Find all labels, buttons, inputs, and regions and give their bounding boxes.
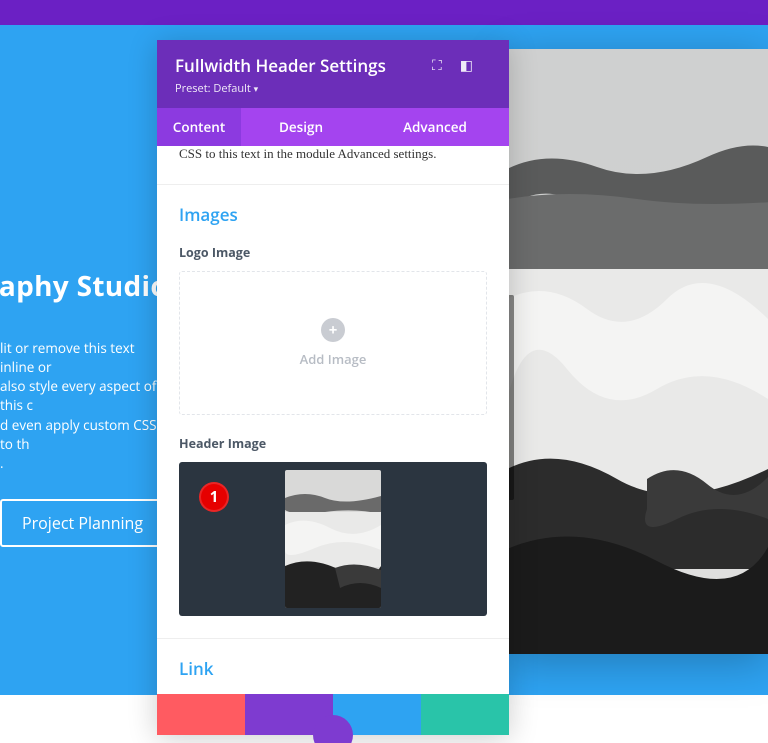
expand-icon[interactable] [432,56,442,75]
modal-header[interactable]: Fullwidth Header Settings Preset: Defaul… [157,40,509,108]
add-image-text: Add Image [300,350,367,368]
header-image-label: Header Image [179,435,487,452]
logo-image-label: Logo Image [179,244,487,261]
project-planning-button[interactable]: Project Planning [0,499,165,547]
preset-selector[interactable]: Preset: Default [175,81,386,96]
save-button[interactable] [421,694,509,735]
cancel-button[interactable] [157,694,245,735]
hero-title: aphy Studio [0,267,168,305]
header-image-thumbnail[interactable]: 1 [179,462,487,616]
modal-title: Fullwidth Header Settings [175,54,386,77]
header-image-preview [285,470,381,608]
modal-tabs: Content Design Advanced [157,108,509,146]
settings-modal: Fullwidth Header Settings Preset: Defaul… [157,40,509,735]
section-images-menu-icon[interactable] [479,211,487,219]
coast-photo [507,49,768,654]
preset-prefix: Preset: [175,81,213,96]
previous-section-clipped-text: CSS to this text in the module Advanced … [157,146,509,185]
modal-footer [157,694,509,735]
modal-body[interactable]: CSS to this text in the module Advanced … [157,146,509,694]
section-images: Images Logo Image + Add Image Header Ima… [157,185,509,639]
hero-description: lit or remove this text inline or also s… [0,339,168,473]
section-link: Link [157,639,509,694]
tab-content[interactable]: Content [157,108,241,146]
tab-advanced[interactable]: Advanced [361,108,509,146]
section-link-menu-icon[interactable] [479,665,487,673]
preset-value: Default [213,81,250,96]
section-title-link[interactable]: Link [179,657,214,680]
responsive-icon[interactable] [460,56,473,75]
hero-content: aphy Studio lit or remove this text inli… [0,267,168,547]
top-accent-bar [0,0,768,25]
hero-header-image [507,49,768,654]
plus-icon: + [321,318,345,342]
section-title-images[interactable]: Images [179,203,238,226]
annotation-badge-1: 1 [199,482,229,512]
logo-image-upload[interactable]: + Add Image [179,271,487,415]
tab-design[interactable]: Design [241,108,361,146]
